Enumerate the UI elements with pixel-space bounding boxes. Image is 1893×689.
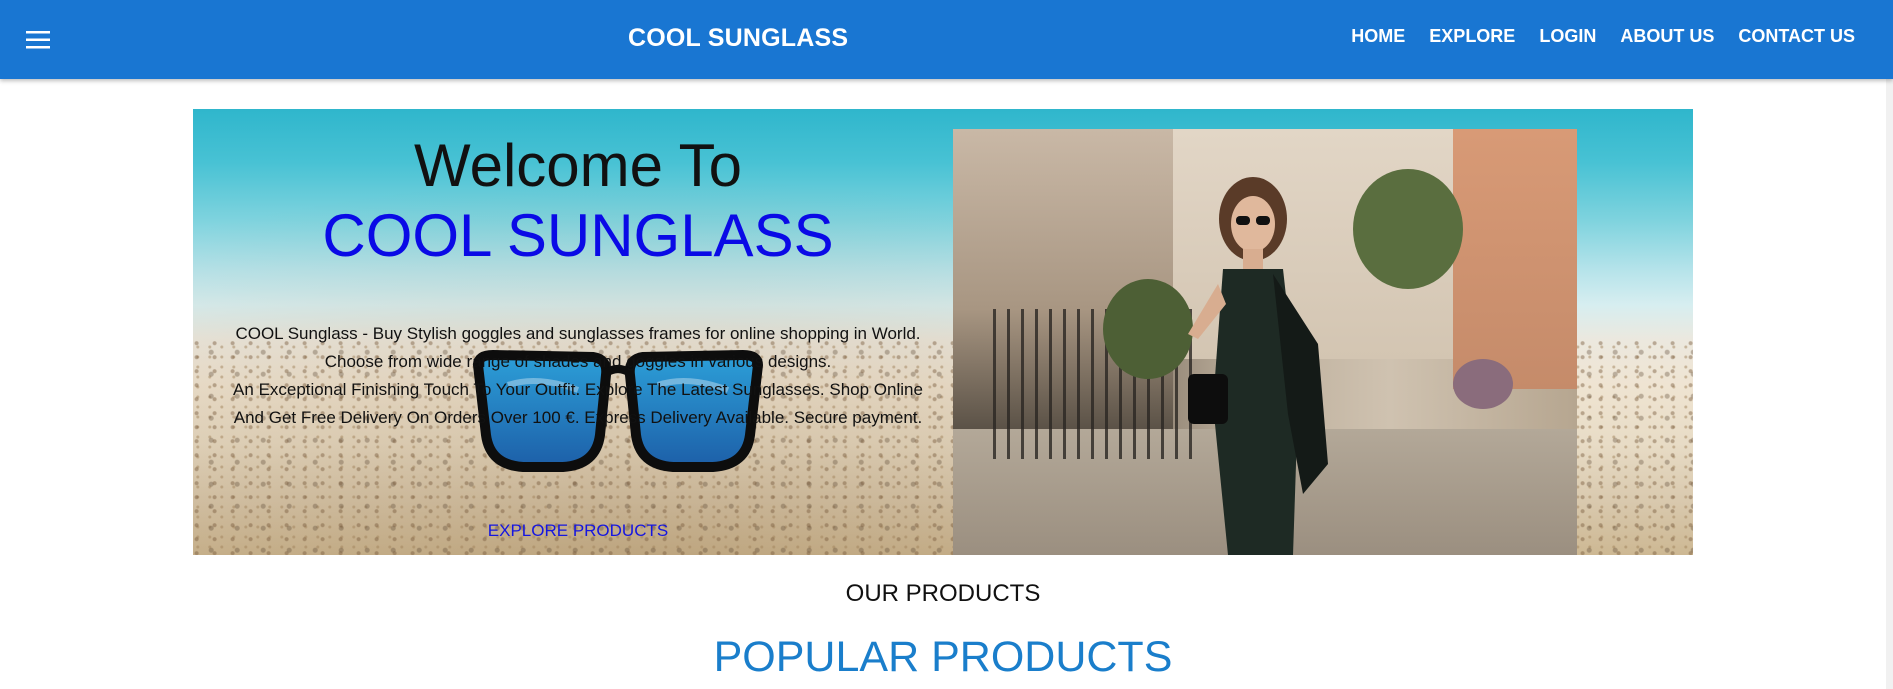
- menu-icon-graphic: [26, 31, 50, 49]
- hero-description-line-1: COOL Sunglass - Buy Stylish goggles and …: [235, 324, 921, 371]
- model-photo: [953, 129, 1577, 555]
- hero-brand-heading: COOL SUNGLASS: [322, 202, 834, 269]
- photo-building-right: [1453, 129, 1577, 389]
- hero-description-line-2: An Exceptional Finishing Touch To Your O…: [233, 380, 923, 427]
- woman-figure: [1188, 177, 1328, 555]
- main-nav: HOME EXPLORE LOGIN ABOUT US CONTACT US: [1351, 26, 1855, 47]
- hamburger-menu-icon[interactable]: [20, 22, 56, 58]
- hero-description: COOL Sunglass - Buy Stylish goggles and …: [231, 320, 925, 432]
- photo-flower-pot: [1453, 359, 1513, 409]
- app-bar: COOL SUNGLASS HOME EXPLORE LOGIN ABOUT U…: [0, 0, 1893, 79]
- our-products-heading: OUR PRODUCTS: [845, 580, 1041, 607]
- nav-login[interactable]: LOGIN: [1539, 26, 1596, 47]
- nav-contact-us[interactable]: CONTACT US: [1738, 26, 1855, 47]
- page-scrollbar[interactable]: [1886, 79, 1893, 689]
- hero-banner: Welcome To COOL SUNGLASS COOL Sunglass -…: [193, 109, 1693, 555]
- explore-products-button[interactable]: EXPLORE PRODUCTS: [193, 521, 963, 541]
- brand-title[interactable]: COOL SUNGLASS: [628, 24, 848, 53]
- welcome-heading: Welcome To: [414, 132, 742, 199]
- nav-home[interactable]: HOME: [1351, 26, 1405, 47]
- nav-about-us[interactable]: ABOUT US: [1620, 26, 1714, 47]
- hero-text-block: Welcome To COOL SUNGLASS COOL Sunglass -…: [193, 109, 963, 555]
- popular-products-heading: POPULAR PRODUCTS: [713, 633, 1173, 681]
- photo-tree: [1353, 169, 1463, 289]
- nav-explore[interactable]: EXPLORE: [1429, 26, 1515, 47]
